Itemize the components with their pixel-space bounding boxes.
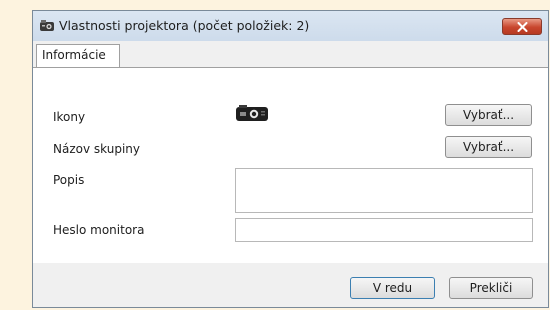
description-label: Popis bbox=[53, 173, 85, 187]
projector-window-icon bbox=[39, 19, 55, 33]
title-bar[interactable]: Vlastnosti projektora (počet položiek: 2… bbox=[33, 11, 548, 41]
information-panel: Ikony Vybrať... Názov skupiny Vybrať... … bbox=[33, 67, 548, 265]
monitor-password-field[interactable] bbox=[235, 218, 533, 242]
dialog-footer: V redu Prekliči bbox=[33, 263, 548, 307]
projector-properties-dialog: Vlastnosti projektora (počet položiek: 2… bbox=[32, 10, 549, 308]
ok-button[interactable]: V redu bbox=[350, 277, 435, 299]
tab-strip: Informácie bbox=[33, 41, 548, 68]
select-icon-button[interactable]: Vybrať... bbox=[445, 104, 532, 126]
projector-icon bbox=[235, 104, 269, 125]
select-group-button[interactable]: Vybrať... bbox=[445, 136, 532, 158]
monitor-password-label: Heslo monitora bbox=[53, 223, 145, 237]
close-button[interactable] bbox=[502, 18, 542, 35]
tab-information[interactable]: Informácie bbox=[36, 44, 120, 68]
close-icon bbox=[517, 22, 528, 32]
cancel-button[interactable]: Prekliči bbox=[449, 277, 533, 299]
description-field[interactable] bbox=[235, 168, 533, 213]
group-name-label: Názov skupiny bbox=[53, 142, 140, 156]
icons-label: Ikony bbox=[53, 110, 86, 124]
window-title: Vlastnosti projektora (počet položiek: 2… bbox=[59, 18, 310, 33]
